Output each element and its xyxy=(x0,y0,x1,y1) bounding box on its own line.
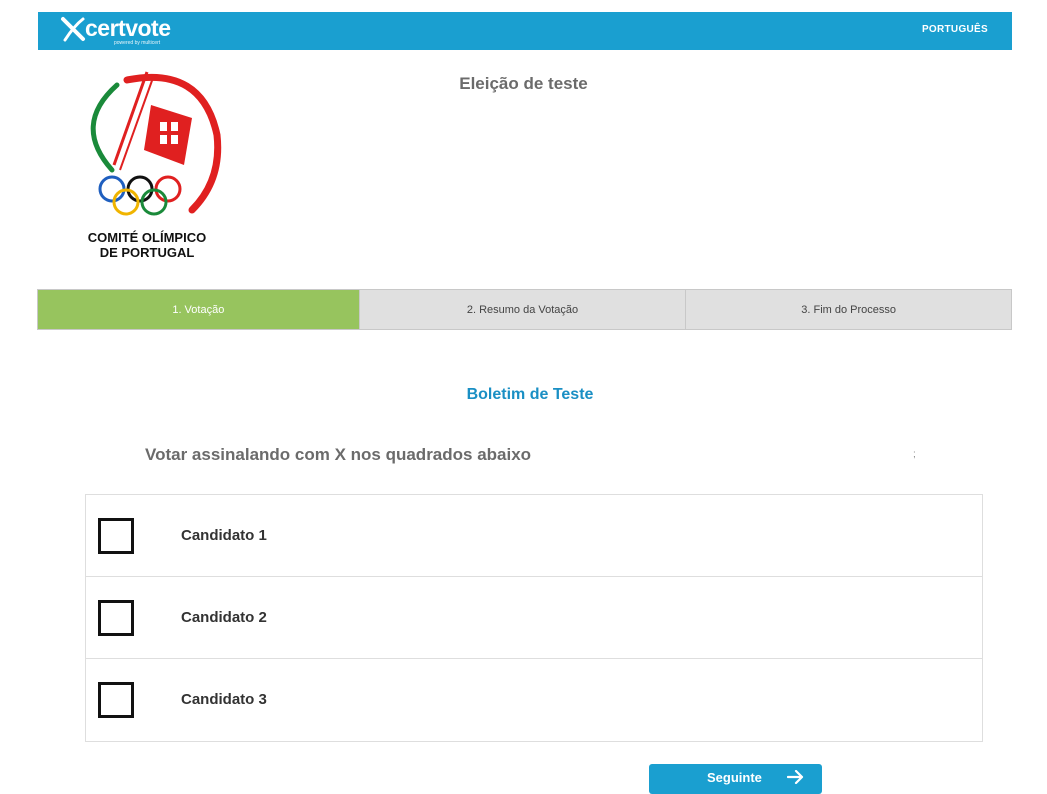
vote-checkbox-candidate-2[interactable] xyxy=(98,600,134,636)
brand-name: certvote xyxy=(85,15,171,41)
arrow-right-icon xyxy=(787,770,804,784)
brand-subtitle: powered by multicert xyxy=(114,40,161,46)
candidate-list: Candidato 1 Candidato 2 Candidato 3 xyxy=(85,494,983,742)
candidate-name: Candidato 1 xyxy=(181,527,267,544)
top-bar: certvote powered by multicert PORTUGUÊS xyxy=(38,12,1012,50)
step-voting: 1. Votação xyxy=(38,290,359,329)
logo-text-line2: DE PORTUGAL xyxy=(99,245,195,260)
candidate-name: Candidato 2 xyxy=(181,609,267,626)
logo-text-line1: COMITÉ OLÍMPICO xyxy=(87,230,207,245)
candidate-row[interactable]: Candidato 1 xyxy=(86,495,982,577)
next-button[interactable]: Seguinte xyxy=(649,764,822,794)
certvote-logo[interactable]: certvote powered by multicert xyxy=(60,15,180,48)
candidate-name: Candidato 3 xyxy=(181,691,267,708)
vote-checkbox-candidate-3[interactable] xyxy=(98,682,134,718)
election-title: Eleição de teste xyxy=(459,74,588,93)
x-mark-icon xyxy=(61,17,85,42)
organization-logo: COMITÉ OLÍMPICO DE PORTUGAL xyxy=(72,70,232,260)
candidate-row[interactable]: Candidato 2 xyxy=(86,577,982,659)
ballot-title: Boletim de Teste xyxy=(466,386,594,403)
stray-mark: ; xyxy=(913,449,916,460)
step-end: 3. Fim do Processo xyxy=(685,290,1011,329)
olympic-committee-emblem-icon xyxy=(90,71,222,216)
voting-instruction: Votar assinalando com X nos quadrados ab… xyxy=(145,445,532,464)
language-selector[interactable]: PORTUGUÊS xyxy=(922,24,988,35)
step-summary: 2. Resumo da Votação xyxy=(358,290,686,329)
next-button-label: Seguinte xyxy=(707,770,762,785)
candidate-row[interactable]: Candidato 3 xyxy=(86,659,982,741)
progress-steps: 1. Votação 2. Resumo da Votação 3. Fim d… xyxy=(37,289,1012,330)
vote-checkbox-candidate-1[interactable] xyxy=(98,518,134,554)
